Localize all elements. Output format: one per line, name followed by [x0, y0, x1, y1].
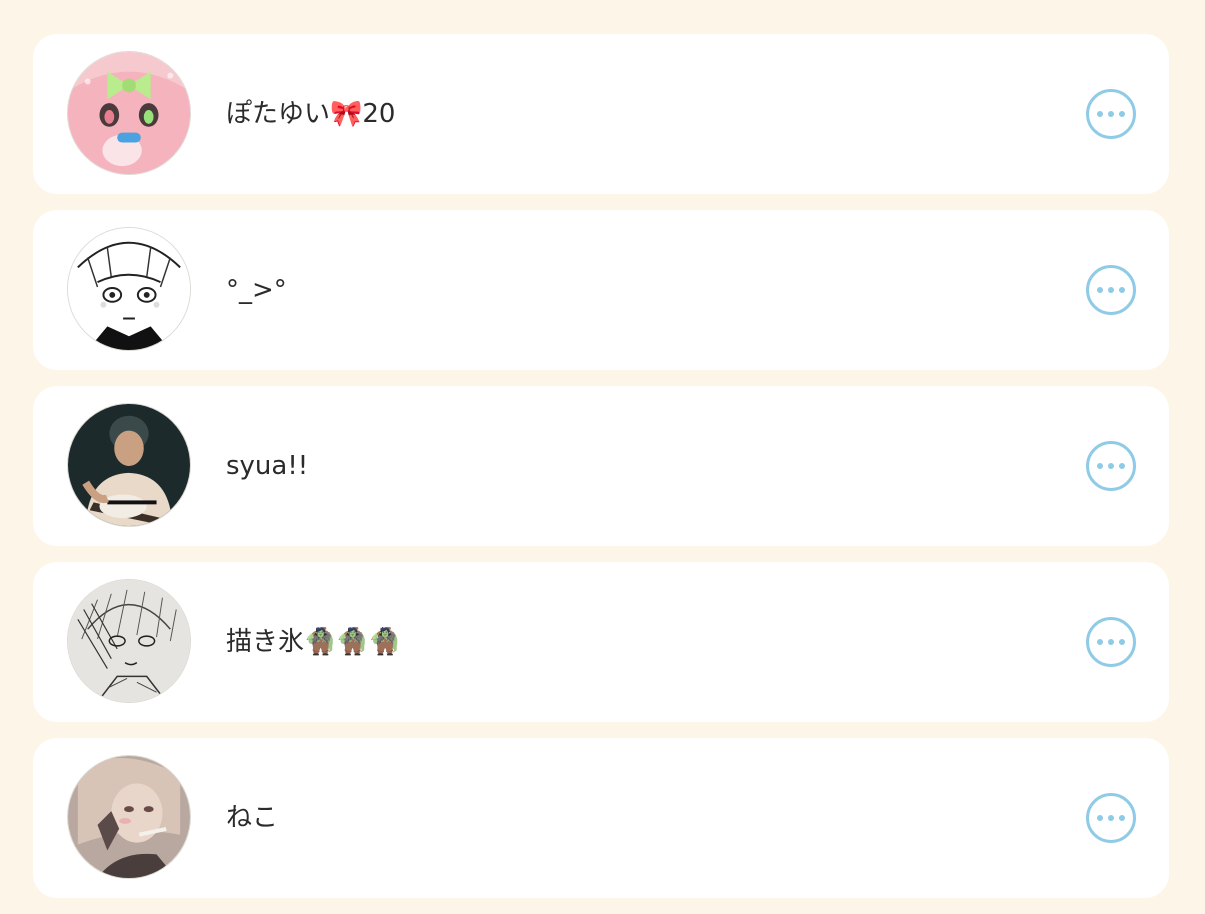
username: °_>°: [226, 275, 287, 305]
dot: [1097, 815, 1103, 821]
more-options-icon[interactable]: [1086, 617, 1136, 667]
avatar[interactable]: [67, 579, 191, 703]
more-options-icon[interactable]: [1086, 265, 1136, 315]
dot: [1108, 287, 1114, 293]
dot: [1097, 287, 1103, 293]
username: 描き氷🧌🧌🧌: [226, 627, 402, 657]
dot: [1119, 111, 1125, 117]
username: ねこ: [226, 803, 279, 833]
dot: [1097, 463, 1103, 469]
dot: [1108, 111, 1114, 117]
dot: [1108, 463, 1114, 469]
user-row[interactable]: ねこ: [33, 738, 1169, 898]
avatar-pencil-sketch-image: [68, 580, 190, 702]
dot: [1108, 639, 1114, 645]
avatar[interactable]: [67, 755, 191, 879]
username: ぽたゆい🎀20: [226, 99, 396, 129]
avatar-guitar-photo-image: [68, 404, 190, 526]
dot: [1108, 815, 1114, 821]
avatar-anime-pink-bow-image: [68, 52, 190, 174]
more-options-icon[interactable]: [1086, 89, 1136, 139]
dot: [1119, 639, 1125, 645]
more-options-icon[interactable]: [1086, 793, 1136, 843]
user-row[interactable]: °_>°: [33, 210, 1169, 370]
username: syua!!: [226, 451, 309, 481]
more-options-icon[interactable]: [1086, 441, 1136, 491]
avatar-sepia-illustration-image: [68, 756, 190, 878]
avatar-manga-sketch-image: [68, 228, 190, 350]
user-row[interactable]: syua!!: [33, 386, 1169, 546]
user-list: ぽたゆい🎀20 °_>° syua!! 描き氷🧌🧌🧌 ねこ: [33, 34, 1169, 914]
avatar[interactable]: [67, 403, 191, 527]
user-row[interactable]: 描き氷🧌🧌🧌: [33, 562, 1169, 722]
dot: [1119, 287, 1125, 293]
user-row[interactable]: ぽたゆい🎀20: [33, 34, 1169, 194]
dot: [1119, 815, 1125, 821]
avatar[interactable]: [67, 51, 191, 175]
dot: [1119, 463, 1125, 469]
dot: [1097, 111, 1103, 117]
avatar[interactable]: [67, 227, 191, 351]
dot: [1097, 639, 1103, 645]
